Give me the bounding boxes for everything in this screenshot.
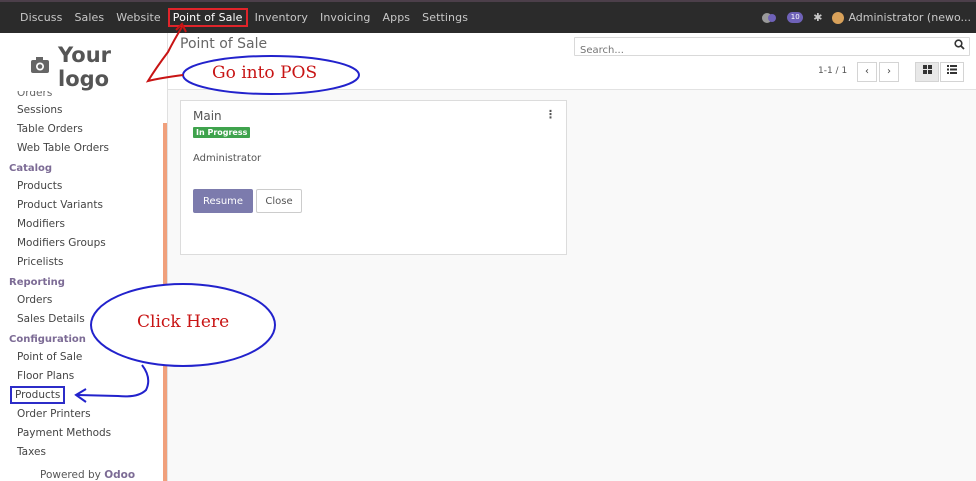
sidebar-item-orders-partial[interactable]: Orders xyxy=(0,91,163,101)
chat-icon[interactable] xyxy=(761,12,777,24)
pos-config-card: Main ⋮ In Progress Administrator Resume … xyxy=(180,100,567,255)
sidebar-section-reporting: Reporting xyxy=(9,277,65,288)
systray: 10 ✱ Administrator (newo... xyxy=(756,2,976,33)
sidebar-item-product-variants[interactable]: Product Variants xyxy=(0,196,163,215)
menu-website[interactable]: Website xyxy=(113,10,164,25)
resume-button[interactable]: Resume xyxy=(193,189,253,213)
side-callout-text: Click Here xyxy=(137,312,230,332)
list-icon xyxy=(947,65,957,77)
list-view-button[interactable] xyxy=(940,62,964,82)
sidebar-item-config-point-of-sale[interactable]: Point of Sale xyxy=(0,348,163,367)
search-icon[interactable] xyxy=(954,39,965,53)
sidebar: Your logo Orders Sessions Table Orders W… xyxy=(0,33,168,481)
company-logo[interactable]: Your logo xyxy=(30,43,167,91)
sidebar-item-sessions[interactable]: Sessions xyxy=(0,101,163,120)
user-name: Administrator (newo... xyxy=(848,11,971,24)
activity-badge: 10 xyxy=(787,12,804,23)
sidebar-nav: Orders Sessions Table Orders Web Table O… xyxy=(0,91,163,462)
sidebar-item-config-products-label: Products xyxy=(9,386,66,404)
menu-point-of-sale[interactable]: Point of Sale xyxy=(167,8,248,27)
sidebar-item-report-orders[interactable]: Orders xyxy=(0,291,163,310)
sidebar-item-order-printers[interactable]: Order Printers xyxy=(0,405,163,424)
main-content: Point of Sale 1-1 / 1 ‹ › Main ⋮ In Prog… xyxy=(168,33,976,481)
sidebar-item-config-products[interactable]: Products xyxy=(0,386,163,405)
sidebar-item-floor-plans[interactable]: Floor Plans xyxy=(0,367,163,386)
kebab-menu-icon[interactable]: ⋮ xyxy=(545,108,556,121)
sidebar-item-pricelists[interactable]: Pricelists xyxy=(0,253,163,272)
sidebar-item-web-table-orders[interactable]: Web Table Orders xyxy=(0,139,163,158)
top-navbar: Discuss Sales Website Point of Sale Inve… xyxy=(0,0,976,33)
activity-icon[interactable]: 10 xyxy=(787,12,804,23)
sidebar-item-modifiers[interactable]: Modifiers xyxy=(0,215,163,234)
search-input[interactable] xyxy=(575,42,935,59)
camera-icon xyxy=(30,55,50,79)
sidebar-item-table-orders[interactable]: Table Orders xyxy=(0,120,163,139)
pager-value[interactable]: 1-1 / 1 xyxy=(818,66,847,76)
sidebar-scrollbar[interactable] xyxy=(163,123,167,481)
menu-apps[interactable]: Apps xyxy=(380,10,414,25)
chevron-right-icon: › xyxy=(887,66,891,77)
menu-inventory[interactable]: Inventory xyxy=(252,10,311,25)
sidebar-item-modifiers-groups[interactable]: Modifiers Groups xyxy=(0,234,163,253)
grid-icon xyxy=(922,65,932,77)
pos-config-name: Main xyxy=(193,109,222,123)
sidebar-item-taxes[interactable]: Taxes xyxy=(0,443,163,462)
logo-text: Your logo xyxy=(58,43,112,91)
menu-discuss[interactable]: Discuss xyxy=(17,10,65,25)
top-callout-text: Go into POS xyxy=(212,63,318,83)
powered-prefix: Powered by xyxy=(40,469,101,481)
main-menu: Discuss Sales Website Point of Sale Inve… xyxy=(0,2,474,33)
close-button[interactable]: Close xyxy=(256,189,302,213)
user-menu[interactable]: Administrator (newo... xyxy=(832,11,971,24)
status-badge: In Progress xyxy=(193,127,251,138)
avatar xyxy=(832,11,845,24)
chevron-left-icon: ‹ xyxy=(865,66,869,77)
pager-previous-button[interactable]: ‹ xyxy=(857,62,877,82)
session-user: Administrator xyxy=(193,153,262,164)
powered-by: Powered by Odoo xyxy=(40,469,135,481)
debug-bug-icon[interactable]: ✱ xyxy=(813,11,822,24)
menu-invoicing[interactable]: Invoicing xyxy=(317,10,373,25)
sidebar-item-products[interactable]: Products xyxy=(0,177,163,196)
menu-settings[interactable]: Settings xyxy=(419,10,471,25)
kanban-view-button[interactable] xyxy=(915,62,939,82)
menu-sales[interactable]: Sales xyxy=(71,10,107,25)
powered-brand[interactable]: Odoo xyxy=(104,469,135,481)
page-title: Point of Sale xyxy=(180,36,268,52)
sidebar-section-catalog: Catalog xyxy=(9,163,53,174)
pager-next-button[interactable]: › xyxy=(879,62,899,82)
sidebar-item-payment-methods[interactable]: Payment Methods xyxy=(0,424,163,443)
search-bar[interactable] xyxy=(574,37,970,59)
